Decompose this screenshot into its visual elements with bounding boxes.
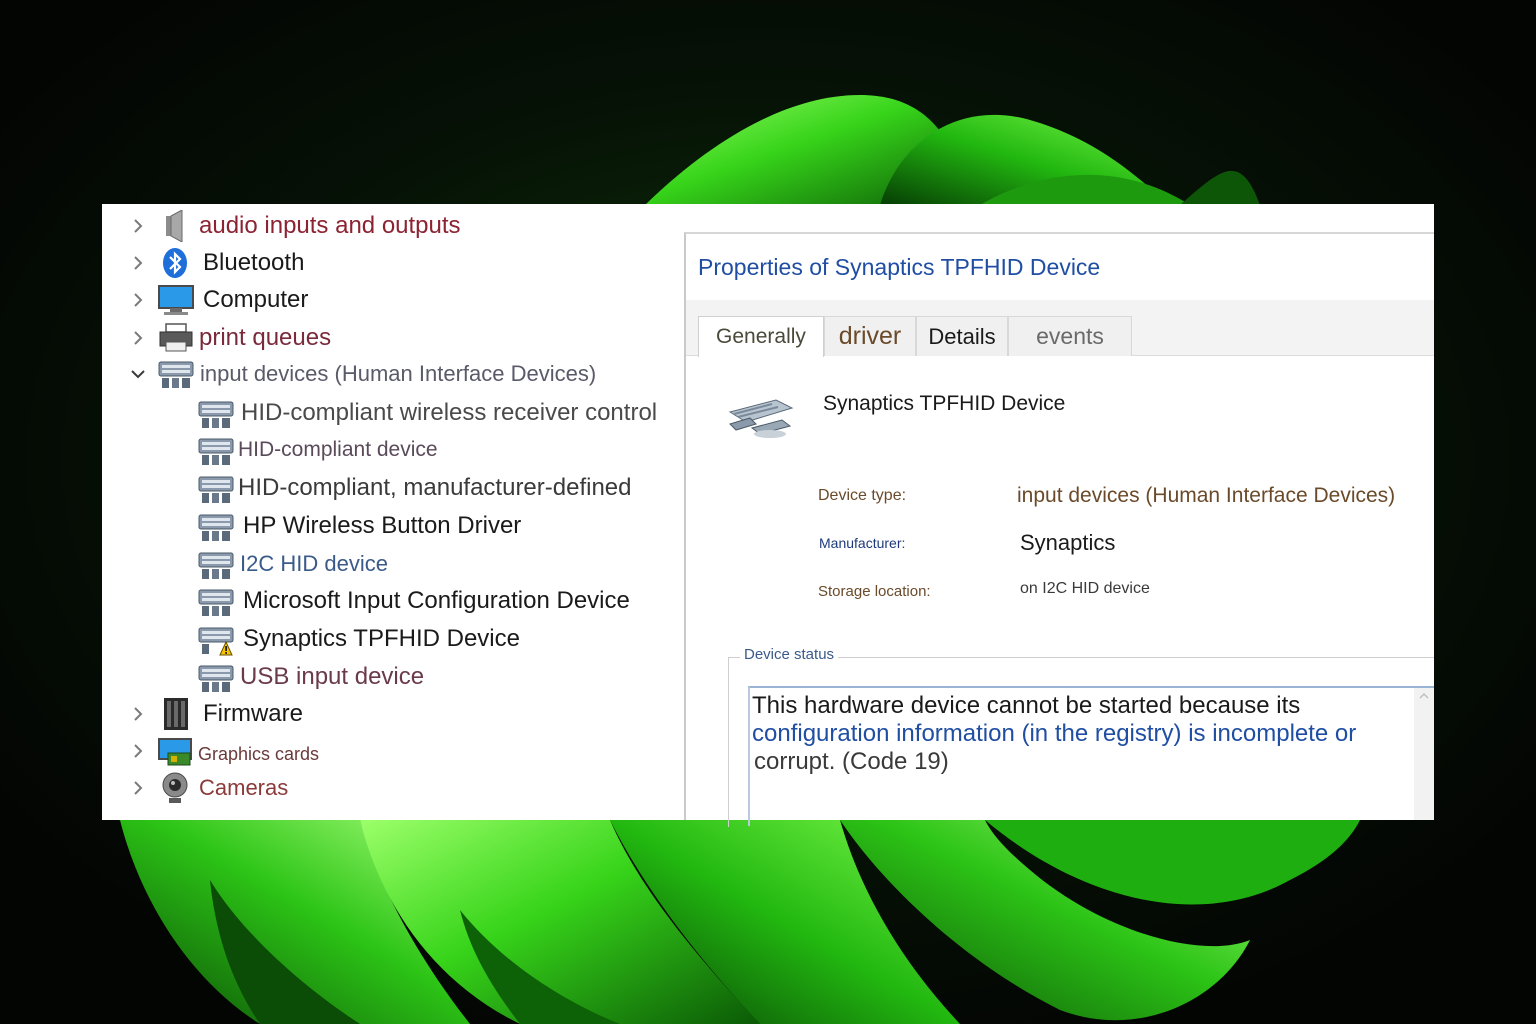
hid-icon — [158, 358, 194, 390]
scroll-up-icon[interactable] — [1414, 688, 1434, 704]
chip-icon — [158, 698, 194, 730]
dialog-title: Properties of Synaptics TPFHID Device — [698, 254, 1101, 280]
chevron-down-icon[interactable] — [128, 364, 148, 384]
chevron-right-icon[interactable] — [128, 290, 148, 310]
hid-icon — [198, 549, 234, 581]
tab-events[interactable]: events — [1008, 316, 1132, 356]
status-line: configuration information (in the regist… — [752, 720, 1357, 747]
tree-item-cameras[interactable]: Cameras — [102, 770, 684, 806]
tab-label: events — [1036, 323, 1104, 349]
chevron-right-icon[interactable] — [128, 253, 148, 273]
chevron-right-icon[interactable] — [128, 328, 148, 348]
device-name: Synaptics TPFHID Device — [823, 392, 1066, 415]
hid-icon — [198, 662, 234, 694]
tree-item-label: USB input device — [240, 663, 425, 690]
hid-icon — [198, 511, 234, 543]
tree-item-bluetooth[interactable]: Bluetooth — [102, 245, 684, 281]
bluetooth-icon — [158, 247, 194, 279]
tree-item-hid-wireless-receiver[interactable]: HID-compliant wireless receiver control — [102, 395, 684, 431]
tab-label: driver — [838, 322, 902, 350]
webcam-icon — [158, 772, 194, 804]
tree-item-label: Cameras — [199, 775, 289, 800]
tree-item-hid-compliant-device[interactable]: HID-compliant device — [102, 432, 684, 468]
tree-item-label: Synaptics TPFHID Device — [243, 625, 520, 652]
hid-icon — [198, 473, 234, 505]
tree-item-label: I2C HID device — [240, 551, 388, 576]
hid-icon — [198, 586, 234, 618]
status-line: corrupt. (Code 19) — [754, 748, 949, 775]
status-scrollbar[interactable] — [1414, 688, 1434, 820]
location-value: on I2C HID device — [1020, 580, 1150, 597]
tree-item-label: Firmware — [203, 700, 303, 727]
display-adapter-icon — [158, 735, 194, 767]
tree-item-hid-manufacturer-defined[interactable]: HID-compliant, manufacturer-defined — [102, 470, 684, 506]
tree-item-ms-input-config[interactable]: Microsoft Input Configuration Device — [102, 583, 684, 619]
properties-dialog: Properties of Synaptics TPFHID Device Ge… — [684, 204, 1434, 827]
tree-item-label: HP Wireless Button Driver — [243, 512, 522, 539]
manufacturer-value: Synaptics — [1020, 530, 1116, 555]
device-type-label: Device type: — [818, 487, 907, 504]
device-manager-tree: audio inputs and outputs Bluetooth Compu… — [102, 204, 684, 820]
monitor-icon — [158, 284, 194, 316]
tree-item-label: print queues — [199, 324, 332, 351]
hid-warning-icon — [198, 624, 234, 656]
chevron-right-icon[interactable] — [128, 741, 148, 761]
tab-label: Generally — [716, 325, 806, 348]
location-label: Storage location: — [818, 583, 931, 600]
tree-item-input-devices[interactable]: input devices (Human Interface Devices) — [102, 356, 684, 392]
tree-item-computer[interactable]: Computer — [102, 282, 684, 318]
dialog-titlebar[interactable]: Properties of Synaptics TPFHID Device — [686, 234, 1434, 300]
tab-driver[interactable]: driver — [824, 316, 916, 356]
tree-item-audio[interactable]: audio inputs and outputs — [102, 208, 684, 244]
printer-icon — [158, 322, 194, 354]
chevron-right-icon[interactable] — [128, 704, 148, 724]
tree-item-label: HID-compliant wireless receiver control — [241, 399, 658, 426]
tab-label: Details — [928, 323, 996, 349]
tree-item-firmware[interactable]: Firmware — [102, 696, 684, 732]
tree-item-label: Microsoft Input Configuration Device — [243, 587, 630, 614]
tree-item-label: Graphics cards — [198, 744, 320, 764]
tree-item-synaptics-tpfhid[interactable]: Synaptics TPFHID Device — [102, 621, 684, 657]
device-type-value: input devices (Human Interface Devices) — [1017, 484, 1396, 507]
hid-icon — [198, 435, 234, 467]
chevron-right-icon[interactable] — [128, 216, 148, 236]
tree-item-label: input devices (Human Interface Devices) — [200, 361, 597, 386]
tree-item-graphics-cards[interactable]: Graphics cards — [102, 733, 684, 769]
tree-item-hp-wireless-button[interactable]: HP Wireless Button Driver — [102, 508, 684, 544]
speaker-icon — [158, 209, 194, 243]
device-status-text: This hardware device cannot be started b… — [752, 692, 1412, 776]
tab-details[interactable]: Details — [916, 316, 1008, 356]
device-status-legend: Device status — [740, 646, 839, 663]
chevron-right-icon[interactable] — [128, 778, 148, 798]
tree-item-label: Computer — [203, 286, 309, 313]
tree-item-print-queues[interactable]: print queues — [102, 320, 684, 356]
status-line: This hardware device cannot be started b… — [752, 692, 1301, 719]
hid-icon — [198, 398, 234, 430]
tree-item-label: audio inputs and outputs — [199, 212, 461, 239]
tab-strip: Generally driver Details events — [686, 300, 1434, 357]
touchpad-device-icon — [726, 394, 798, 442]
tree-item-usb-input-device[interactable]: USB input device — [102, 659, 684, 695]
tree-item-label: Bluetooth — [203, 249, 305, 276]
manufacturer-label: Manufacturer: — [819, 535, 906, 551]
tree-item-i2c-hid-device[interactable]: I2C HID device — [102, 546, 684, 582]
tab-generally[interactable]: Generally — [698, 316, 824, 357]
tree-item-label: HID-compliant, manufacturer-defined — [238, 474, 632, 501]
tree-item-label: HID-compliant device — [238, 438, 438, 461]
